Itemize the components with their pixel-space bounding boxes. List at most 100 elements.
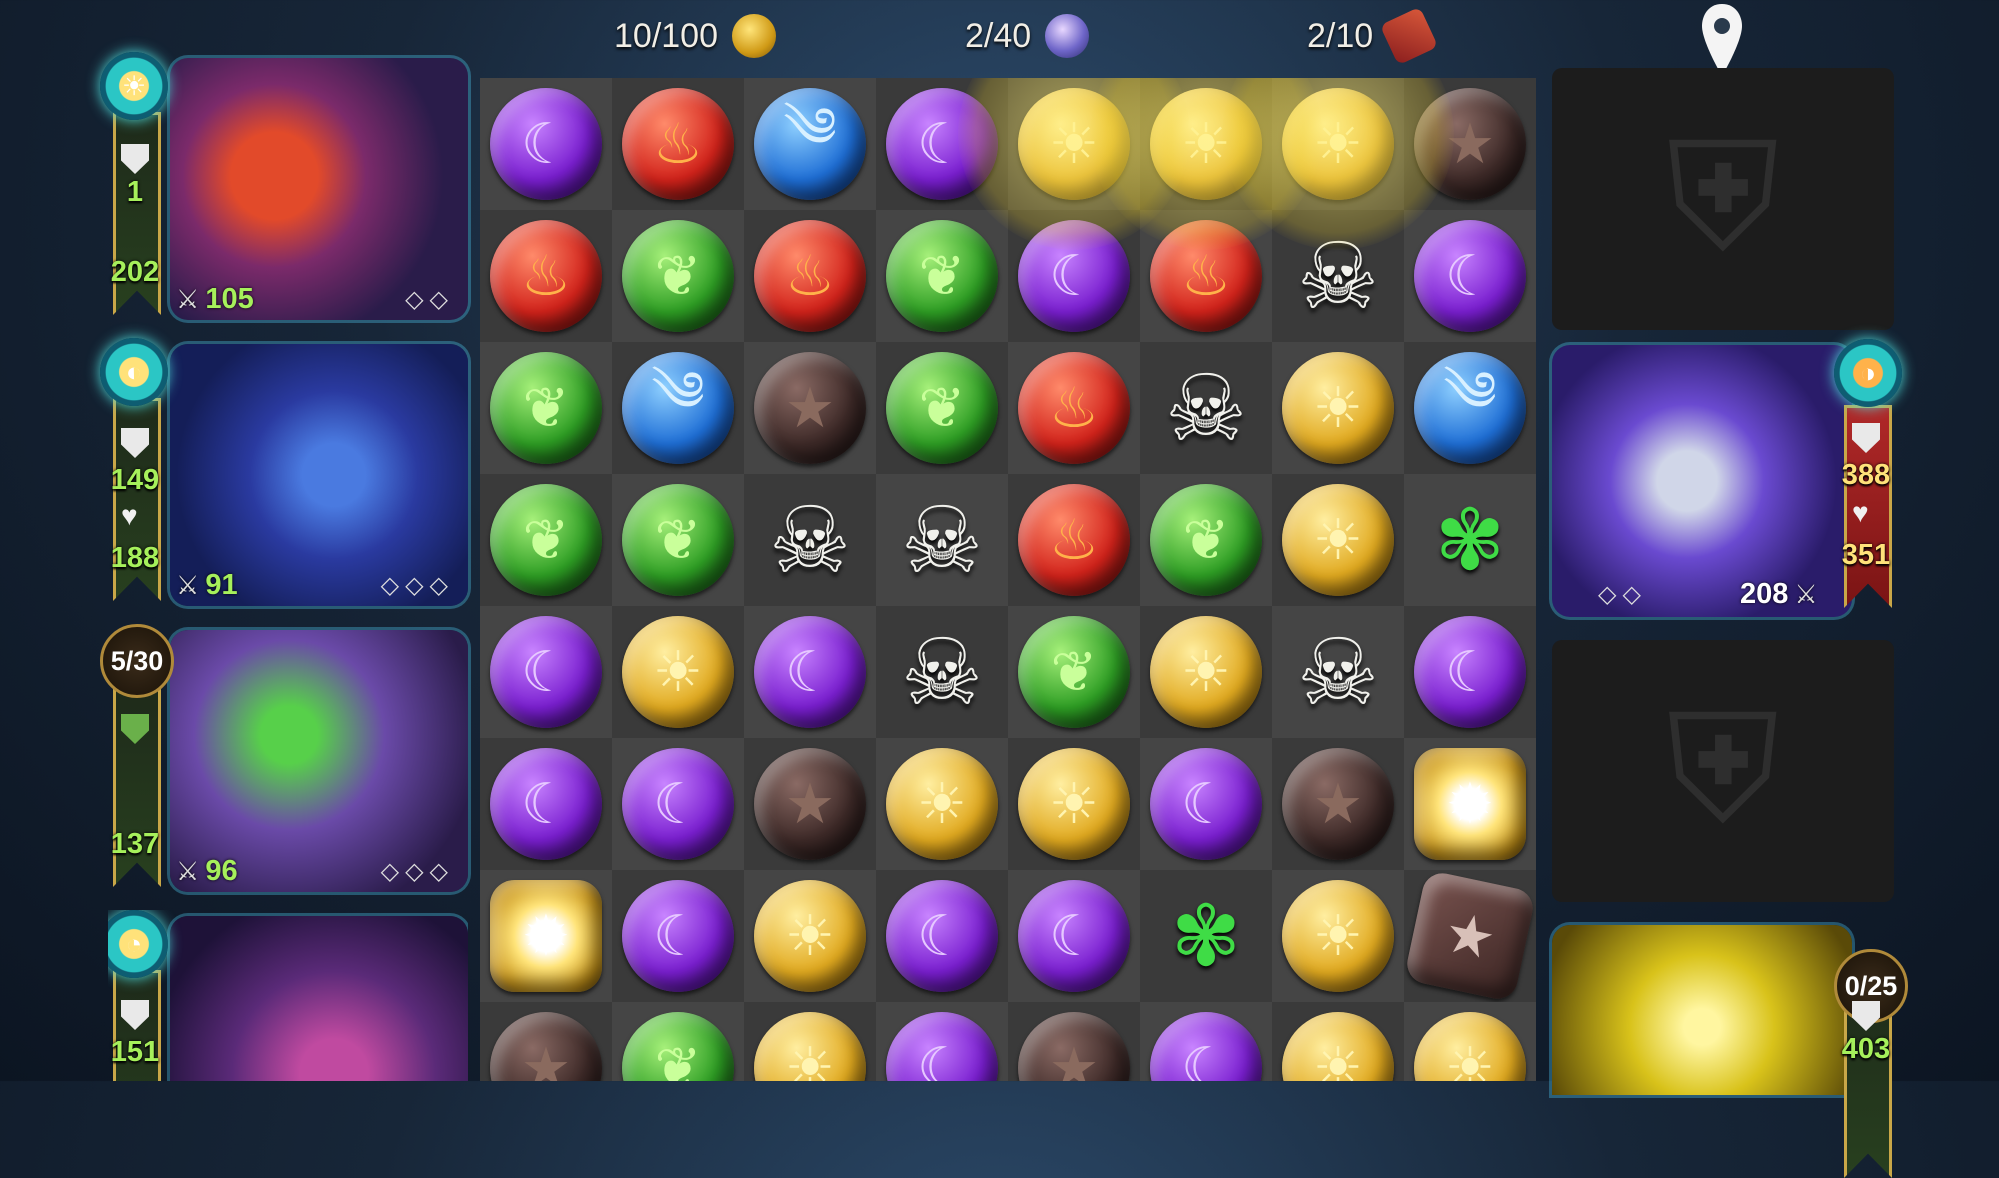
purple-gem[interactable]: ☾ xyxy=(886,1012,998,1081)
purple-gem[interactable]: ☾ xyxy=(1414,616,1526,728)
yellow-gem[interactable]: ☀ xyxy=(1282,88,1394,200)
board-cell[interactable]: ☀ xyxy=(744,1002,876,1081)
purple-gem[interactable]: ☾ xyxy=(1150,748,1262,860)
board-cell[interactable]: ♨ xyxy=(612,78,744,210)
board-cell[interactable]: ♨ xyxy=(744,210,876,342)
board-cell[interactable]: ☾ xyxy=(876,870,1008,1002)
board-cell[interactable]: ☾ xyxy=(480,606,612,738)
green-gem[interactable]: ❦ xyxy=(886,220,998,332)
board-cell[interactable]: ☀ xyxy=(1008,738,1140,870)
board-cell[interactable]: ☀ xyxy=(1140,606,1272,738)
board-cell[interactable]: ༄ xyxy=(744,78,876,210)
board-cell[interactable]: ❦ xyxy=(612,210,744,342)
board-cell[interactable]: ☾ xyxy=(612,738,744,870)
brown-gem[interactable]: ★ xyxy=(1282,748,1394,860)
yellow-gem[interactable]: ☀ xyxy=(1150,616,1262,728)
yellow-gem[interactable]: ☀ xyxy=(622,616,734,728)
board-cell[interactable]: ★ xyxy=(1404,78,1536,210)
board-cell[interactable]: ♨ xyxy=(1140,210,1272,342)
hero-card-4[interactable]: ◔ 151 xyxy=(108,910,468,1081)
board-cell[interactable]: ☀ xyxy=(1272,342,1404,474)
sunburst-gem[interactable]: ✹ xyxy=(490,880,602,992)
green-gem[interactable]: ❦ xyxy=(622,484,734,596)
board-cell[interactable]: ☾ xyxy=(876,1002,1008,1081)
purple-gem[interactable]: ☾ xyxy=(490,748,602,860)
red-gem[interactable]: ♨ xyxy=(1150,220,1262,332)
board-cell[interactable]: ☠ xyxy=(876,606,1008,738)
yellow-gem[interactable]: ☀ xyxy=(1282,484,1394,596)
board-cell[interactable]: ☀ xyxy=(1272,1002,1404,1081)
board-cell[interactable]: ✾ xyxy=(1140,870,1272,1002)
brown-gem[interactable]: ★ xyxy=(490,1012,602,1081)
purple-gem[interactable]: ☾ xyxy=(490,616,602,728)
board-cell[interactable]: ☀ xyxy=(612,606,744,738)
board-cell[interactable]: ☀ xyxy=(1404,1002,1536,1081)
board-cell[interactable]: ♨ xyxy=(1008,474,1140,606)
board-cell[interactable]: ❦ xyxy=(1008,606,1140,738)
green-gem[interactable]: ❦ xyxy=(490,484,602,596)
red-gem[interactable]: ♨ xyxy=(622,88,734,200)
yellow-gem[interactable]: ☀ xyxy=(754,880,866,992)
butterfly-gem[interactable]: ✾ xyxy=(1414,484,1526,596)
purple-gem[interactable]: ☾ xyxy=(886,88,998,200)
red-gem[interactable]: ♨ xyxy=(754,220,866,332)
blue-gem[interactable]: ༄ xyxy=(1414,352,1526,464)
purple-gem[interactable]: ☾ xyxy=(1018,220,1130,332)
purple-gem[interactable]: ☾ xyxy=(1150,1012,1262,1081)
board-cell[interactable]: ❦ xyxy=(876,210,1008,342)
purple-gem[interactable]: ☾ xyxy=(490,88,602,200)
green-gem[interactable]: ❦ xyxy=(1018,616,1130,728)
red-gem[interactable]: ♨ xyxy=(1018,484,1130,596)
yellow-gem[interactable]: ☀ xyxy=(886,748,998,860)
green-gem[interactable]: ❦ xyxy=(622,1012,734,1081)
brown-gem[interactable]: ★ xyxy=(1414,88,1526,200)
board-cell[interactable]: ♨ xyxy=(480,210,612,342)
blue-gem[interactable]: ༄ xyxy=(622,352,734,464)
yellow-gem[interactable]: ☀ xyxy=(1018,748,1130,860)
sunburst-gem[interactable]: ✹ xyxy=(1414,748,1526,860)
yellow-gem[interactable]: ☀ xyxy=(1414,1012,1526,1081)
skull-gem[interactable]: ☠ xyxy=(754,484,866,596)
board-cell[interactable]: ☠ xyxy=(1140,342,1272,474)
yellow-gem[interactable]: ☀ xyxy=(1282,880,1394,992)
board-cell[interactable]: ☀ xyxy=(876,738,1008,870)
board-cell[interactable]: ☀ xyxy=(1140,78,1272,210)
board-cell[interactable]: ❦ xyxy=(480,342,612,474)
board-cell[interactable]: ❦ xyxy=(876,342,1008,474)
board-cell[interactable]: ★ xyxy=(744,738,876,870)
skull-gem[interactable]: ☠ xyxy=(1282,616,1394,728)
hero-card-2[interactable]: ◐ 149 ♥ 188 ⚔ 91 ◇◇◇ xyxy=(100,338,468,608)
enemy-card-4[interactable]: 0/25 403 xyxy=(1552,915,1908,1178)
board-cell[interactable]: ☀ xyxy=(1008,78,1140,210)
board-cell[interactable]: ☾ xyxy=(612,870,744,1002)
board-cell[interactable]: ☀ xyxy=(1272,474,1404,606)
yellow-gem[interactable]: ☀ xyxy=(1282,352,1394,464)
green-gem[interactable]: ❦ xyxy=(622,220,734,332)
board-cell[interactable]: ✹ xyxy=(1404,738,1536,870)
board-cell[interactable]: ☀ xyxy=(1272,78,1404,210)
red-gem[interactable]: ♨ xyxy=(490,220,602,332)
board-cell[interactable]: ☠ xyxy=(876,474,1008,606)
purple-gem[interactable]: ☾ xyxy=(1414,220,1526,332)
board-cell[interactable]: ☾ xyxy=(480,738,612,870)
board-cell[interactable]: ༄ xyxy=(1404,342,1536,474)
skull-gem[interactable]: ☠ xyxy=(1282,220,1394,332)
skull-gem[interactable]: ☠ xyxy=(886,484,998,596)
skull-gem[interactable]: ☠ xyxy=(886,616,998,728)
yellow-gem[interactable]: ☀ xyxy=(1282,1012,1394,1081)
board-cell[interactable]: ☾ xyxy=(480,78,612,210)
board-cell[interactable]: ☀ xyxy=(1272,870,1404,1002)
purple-gem[interactable]: ☾ xyxy=(754,616,866,728)
yellow-gem[interactable]: ☀ xyxy=(754,1012,866,1081)
rock-gem[interactable]: ★ xyxy=(1403,869,1536,1003)
green-gem[interactable]: ❦ xyxy=(886,352,998,464)
green-gem[interactable]: ❦ xyxy=(1150,484,1262,596)
hero-card-1[interactable]: ☀ 1 202 ⚔ 105 ◇◇ xyxy=(100,52,468,322)
brown-gem[interactable]: ★ xyxy=(1018,1012,1130,1081)
board-cell[interactable]: ☀ xyxy=(744,870,876,1002)
hero-card-3[interactable]: 5/30 137 ⚔ 96 ◇◇◇ xyxy=(100,624,468,894)
yellow-gem[interactable]: ☀ xyxy=(1018,88,1130,200)
board-cell[interactable]: ☠ xyxy=(1272,210,1404,342)
board-cell[interactable]: ❦ xyxy=(612,1002,744,1081)
green-gem[interactable]: ❦ xyxy=(490,352,602,464)
